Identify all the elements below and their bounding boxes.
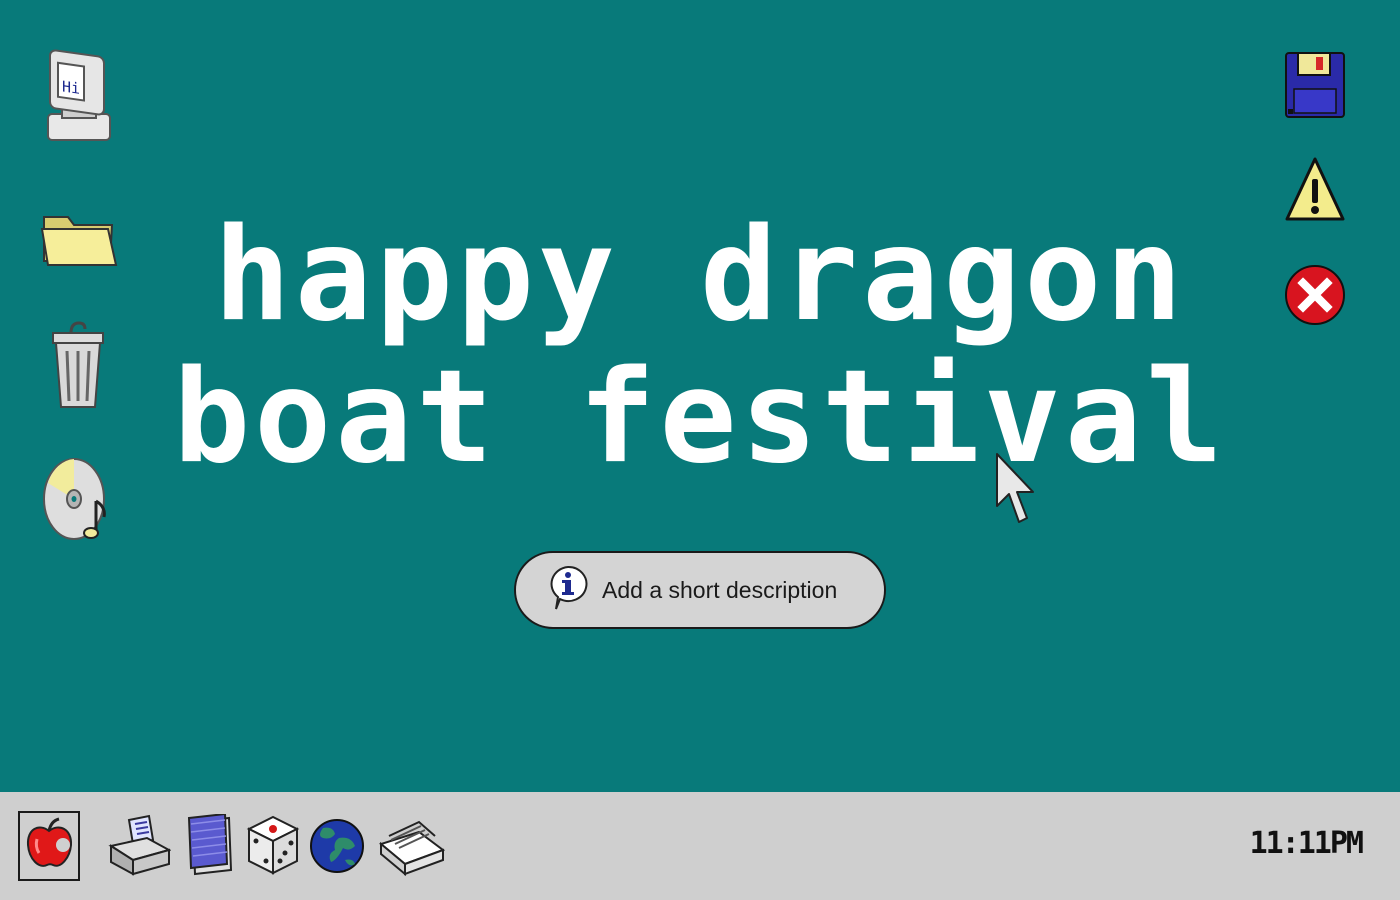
headline: happy dragon boat festival	[0, 205, 1400, 489]
headline-line-2: boat festival	[173, 343, 1227, 492]
printer-icon[interactable]	[106, 812, 172, 880]
taskbar: 11:11PM	[0, 792, 1400, 900]
floppy-disk-icon[interactable]	[1270, 30, 1360, 140]
add-description-label: Add a short description	[602, 576, 838, 603]
start-button[interactable]	[18, 811, 80, 881]
taskbar-clock: 11:11PM	[1249, 826, 1364, 861]
computer-icon[interactable]: Hi	[33, 40, 123, 150]
dice-icon[interactable]	[244, 812, 302, 880]
notepad-icon[interactable]	[182, 812, 238, 880]
add-description-button[interactable]: Add a short description	[514, 551, 886, 629]
headline-line-1: happy dragon	[213, 201, 1187, 350]
mouse-cursor-icon	[995, 452, 1035, 532]
computer-screen-text: Hi	[62, 77, 80, 97]
apple-icon	[25, 817, 73, 875]
info-bubble-icon	[548, 565, 588, 615]
scanner-icon[interactable]	[374, 812, 446, 880]
globe-icon[interactable]	[308, 812, 366, 880]
